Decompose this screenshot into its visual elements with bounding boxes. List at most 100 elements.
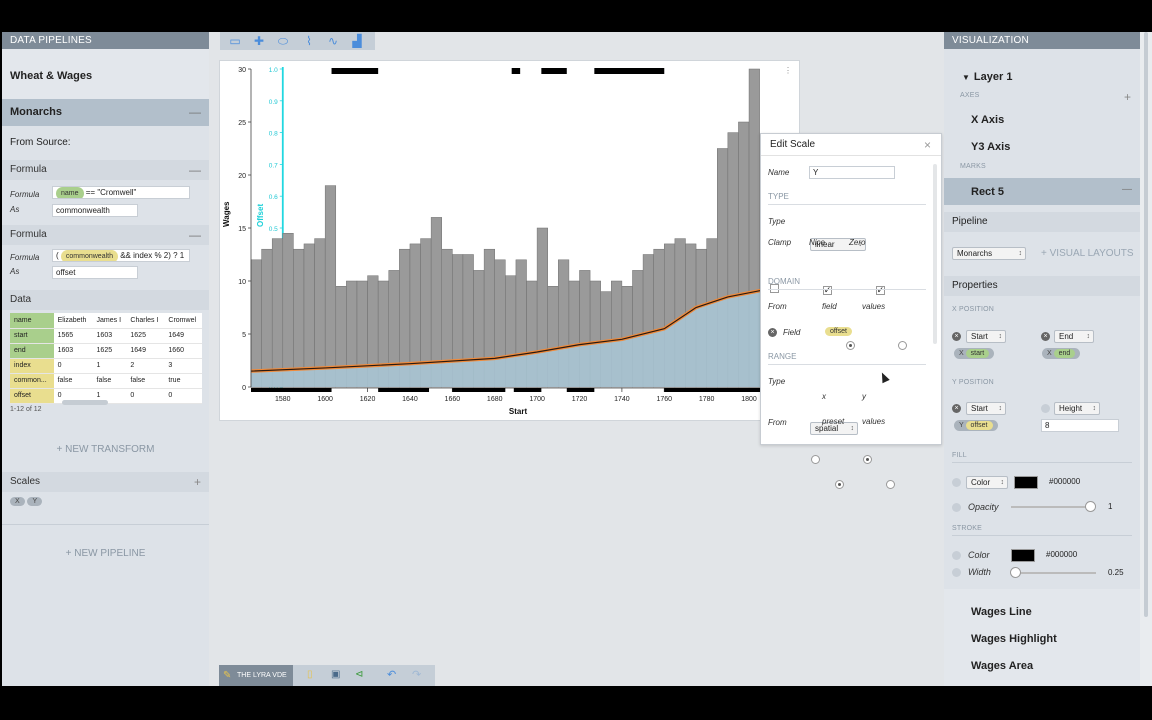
- stroke-color-value[interactable]: #000000: [1046, 550, 1077, 559]
- opacity-slider-track[interactable]: [1011, 506, 1091, 508]
- wave-line-icon[interactable]: ∿: [326, 34, 340, 48]
- fill-color-toggle[interactable]: [952, 478, 961, 487]
- table-cell: false: [92, 373, 127, 389]
- wage-bar[interactable]: [314, 238, 326, 388]
- remove-y-start-icon[interactable]: ×: [952, 404, 961, 413]
- wage-bar[interactable]: [303, 243, 315, 388]
- domain-field-radio[interactable]: [846, 340, 856, 350]
- nice-checkbox[interactable]: ✓: [822, 286, 832, 295]
- stroke-color-toggle[interactable]: [952, 551, 961, 560]
- pipeline-monarchs[interactable]: Monarchs —: [2, 99, 209, 126]
- x-start-field-pill[interactable]: start: [965, 349, 990, 358]
- y3-axis-item[interactable]: Y3 Axis: [971, 141, 1010, 153]
- stroke-width-toggle[interactable]: [952, 568, 961, 577]
- x-start-scale-pill[interactable]: X start: [954, 348, 995, 359]
- x-end-select[interactable]: End: [1054, 330, 1094, 343]
- share-icon[interactable]: ⊲: [355, 669, 363, 680]
- fill-color-type-select[interactable]: Color: [966, 476, 1008, 489]
- add-axis-icon[interactable]: +: [1124, 90, 1131, 104]
- mark-wages-line[interactable]: Wages Line: [971, 606, 1032, 618]
- redo-icon[interactable]: ↷: [412, 668, 421, 681]
- symbol-mark-icon[interactable]: ✚: [252, 34, 266, 48]
- row-key[interactable]: end: [10, 343, 54, 359]
- scale-y-pill[interactable]: Y: [27, 497, 43, 506]
- new-pipeline-button[interactable]: + NEW PIPELINE: [2, 525, 209, 585]
- more-icon[interactable]: ⋮: [784, 66, 792, 75]
- domain-values-radio[interactable]: [898, 340, 908, 350]
- line-chart-icon[interactable]: ⌇: [302, 34, 316, 48]
- x-end-scale-pill[interactable]: X end: [1042, 348, 1081, 359]
- mark-wages-area[interactable]: Wages Area: [971, 660, 1033, 672]
- close-icon[interactable]: ×: [924, 134, 931, 156]
- scale-name-input[interactable]: Y: [809, 166, 895, 179]
- x-axis-item[interactable]: X Axis: [971, 114, 1004, 126]
- remove-field-icon[interactable]: ×: [768, 328, 777, 337]
- range-preset-radio[interactable]: [834, 479, 844, 489]
- row-key[interactable]: offset: [10, 388, 54, 404]
- rect-mark-icon[interactable]: ▭: [228, 34, 242, 48]
- width-slider-thumb[interactable]: [1010, 567, 1021, 578]
- layer-1[interactable]: ▼ Layer 1: [962, 71, 1012, 83]
- add-scale-icon[interactable]: +: [194, 472, 201, 492]
- y-start-scale-pill[interactable]: Y offset: [954, 420, 998, 431]
- x-start-select[interactable]: Start: [966, 330, 1006, 343]
- zero-checkbox[interactable]: ✓: [875, 286, 885, 295]
- stroke-color-swatch[interactable]: [1011, 549, 1035, 562]
- wage-bar[interactable]: [324, 185, 337, 388]
- domain-field-pill[interactable]: offset: [825, 327, 852, 336]
- formula-1-input[interactable]: name == "Cromwell": [52, 186, 190, 199]
- field-pill[interactable]: name: [56, 187, 84, 198]
- y-start-select[interactable]: Start: [966, 402, 1006, 415]
- y-start-field-pill[interactable]: offset: [965, 421, 993, 430]
- y-height-toggle[interactable]: [1041, 404, 1050, 413]
- visual-layouts-button[interactable]: + VISUAL LAYOUTS: [1041, 248, 1134, 259]
- row-key[interactable]: common...: [10, 373, 54, 389]
- collapse-icon[interactable]: —: [1122, 184, 1132, 195]
- x-end-field-pill[interactable]: end: [1053, 349, 1076, 358]
- opacity-toggle[interactable]: [952, 503, 961, 512]
- field-pill[interactable]: commonwealth: [60, 250, 118, 261]
- wage-bar[interactable]: [261, 248, 273, 388]
- mark-wages-highlight[interactable]: Wages Highlight: [971, 633, 1057, 645]
- y-height-input[interactable]: 8: [1041, 419, 1119, 432]
- formula-1-as-input[interactable]: commonwealth: [52, 204, 138, 217]
- collapse-icon[interactable]: —: [189, 160, 201, 180]
- fill-color-value[interactable]: #000000: [1049, 477, 1080, 486]
- wage-bar[interactable]: [271, 238, 284, 388]
- right-panel-scrollbar[interactable]: [1140, 32, 1152, 686]
- row-key[interactable]: start: [10, 328, 54, 344]
- scrollbar-thumb[interactable]: [1144, 32, 1148, 617]
- y-height-select[interactable]: Height: [1054, 402, 1100, 415]
- fill-color-swatch[interactable]: [1014, 476, 1038, 489]
- range-y-radio[interactable]: [862, 454, 872, 464]
- pipeline-wheat-wages[interactable]: Wheat & Wages: [2, 49, 209, 99]
- collapse-icon[interactable]: —: [189, 225, 201, 245]
- new-transform-button[interactable]: + NEW TRANSFORM: [2, 428, 209, 472]
- remove-x-start-icon[interactable]: ×: [952, 332, 961, 341]
- wage-bar[interactable]: [282, 233, 294, 388]
- formula-2-input[interactable]: ( commonwealth && index % 2) ? 1: [52, 249, 190, 262]
- formula-2-as-input[interactable]: offset: [52, 266, 138, 279]
- chart-svg[interactable]: 0.00.10.20.30.40.50.60.70.80.91.0 051015…: [220, 61, 801, 422]
- popover-scrollbar[interactable]: [933, 164, 937, 344]
- range-x-radio[interactable]: [811, 454, 820, 464]
- undo-icon[interactable]: ↶: [387, 668, 396, 681]
- width-slider-track[interactable]: [1016, 572, 1096, 574]
- table-scrollbar[interactable]: [62, 400, 108, 405]
- caret-down-icon[interactable]: ▼: [962, 73, 970, 82]
- mark-rect-5[interactable]: Rect 5 —: [944, 178, 1140, 205]
- wage-bar[interactable]: [250, 259, 262, 388]
- visualization-canvas[interactable]: 0.00.10.20.30.40.50.60.70.80.91.0 051015…: [219, 60, 800, 421]
- row-key[interactable]: index: [10, 358, 54, 374]
- collapse-icon[interactable]: —: [189, 99, 201, 126]
- area-mark-icon[interactable]: ⬭: [276, 34, 290, 48]
- new-file-icon[interactable]: ▯: [307, 669, 313, 680]
- opacity-slider-thumb[interactable]: [1085, 501, 1096, 512]
- bar-chart-icon[interactable]: ▟: [350, 34, 364, 48]
- pipeline-select[interactable]: Monarchs: [952, 247, 1026, 260]
- save-icon[interactable]: ▣: [331, 669, 340, 680]
- wage-bar[interactable]: [293, 248, 305, 388]
- remove-x-end-icon[interactable]: ×: [1041, 332, 1050, 341]
- scale-x-pill[interactable]: X: [10, 497, 25, 506]
- table-cell: 2: [126, 358, 165, 374]
